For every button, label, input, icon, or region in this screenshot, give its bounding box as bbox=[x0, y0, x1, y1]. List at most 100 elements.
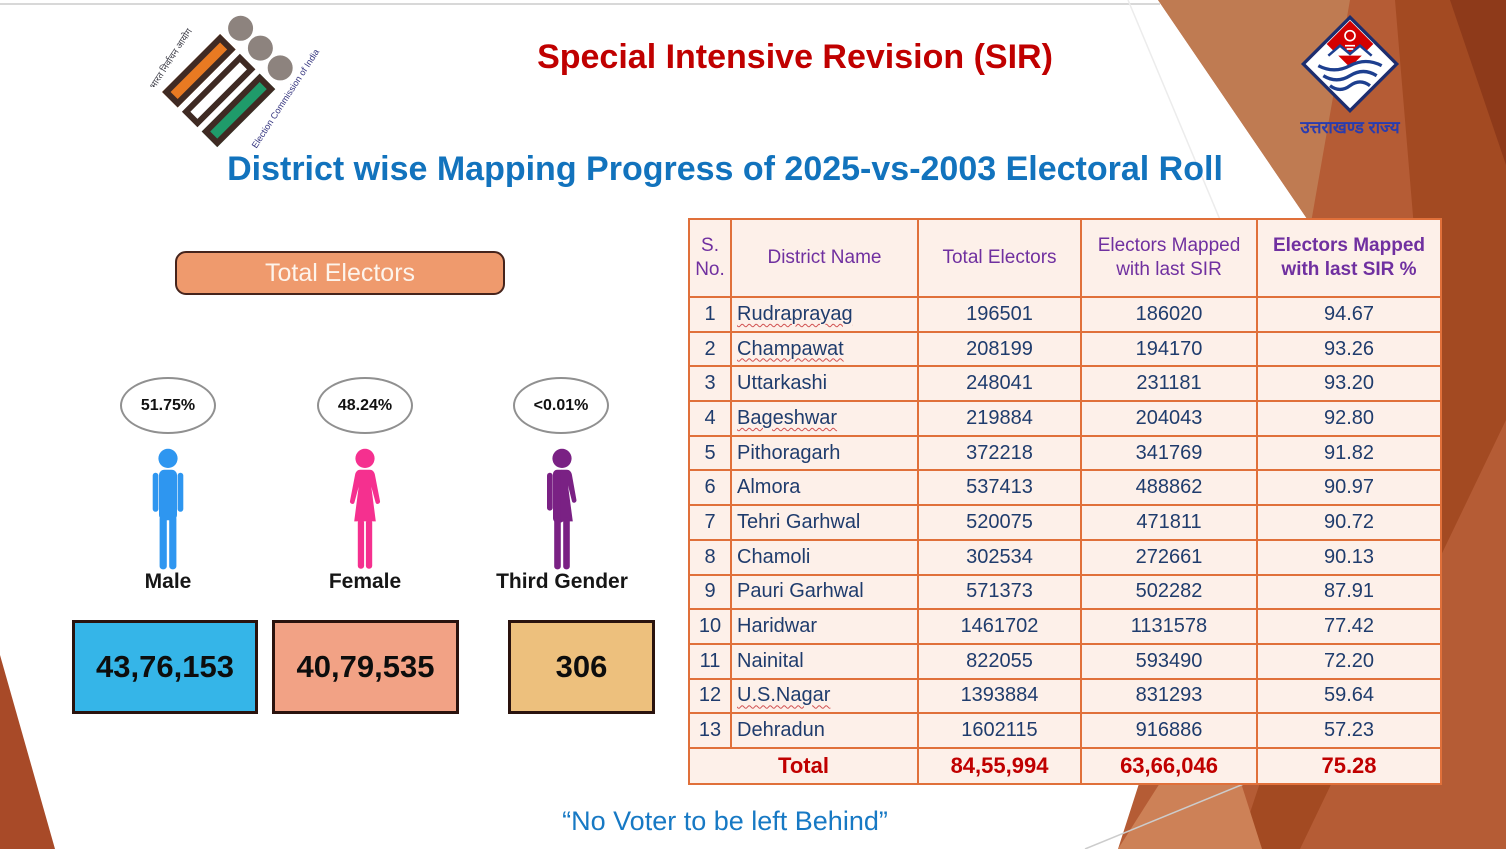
table-row: 4Bageshwar21988420404392.80 bbox=[689, 401, 1441, 436]
cell-mapped: 593490 bbox=[1081, 644, 1257, 679]
cell-mapped: 831293 bbox=[1081, 679, 1257, 714]
female-label: Female bbox=[280, 570, 450, 594]
cell-total: 537413 bbox=[918, 470, 1081, 505]
table-row: 7Tehri Garhwal52007547181190.72 bbox=[689, 505, 1441, 540]
cell-sno: 7 bbox=[689, 505, 731, 540]
cell-total: 520075 bbox=[918, 505, 1081, 540]
cell-sno: 11 bbox=[689, 644, 731, 679]
cell-mapped: 204043 bbox=[1081, 401, 1257, 436]
table-row: 10Haridwar1461702113157877.42 bbox=[689, 609, 1441, 644]
female-percent-oval: 48.24% bbox=[317, 377, 413, 434]
cell-percent: 90.72 bbox=[1257, 505, 1441, 540]
cell-total: 1602115 bbox=[918, 713, 1081, 748]
cell-sno: 3 bbox=[689, 366, 731, 401]
male-icon bbox=[128, 447, 208, 573]
cell-mapped: 916886 bbox=[1081, 713, 1257, 748]
cell-total: 822055 bbox=[918, 644, 1081, 679]
cell-sno: 5 bbox=[689, 436, 731, 471]
table-body: 1Rudraprayag19650118602094.672Champawat2… bbox=[689, 297, 1441, 748]
table-row: 9Pauri Garhwal57137350228287.91 bbox=[689, 575, 1441, 610]
header-total-electors: Total Electors bbox=[918, 219, 1081, 297]
table-row: 11Nainital82205559349072.20 bbox=[689, 644, 1441, 679]
top-divider-line bbox=[0, 3, 1160, 5]
total-percent: 75.28 bbox=[1257, 748, 1441, 784]
slide: भारत निर्वाचन आयोग Election Commission o… bbox=[0, 0, 1506, 849]
table-row: 13Dehradun160211591688657.23 bbox=[689, 713, 1441, 748]
header-mapped-percent: Electors Mapped with last SIR % bbox=[1257, 219, 1441, 297]
total-label: Total bbox=[689, 748, 918, 784]
male-count: 43,76,153 bbox=[96, 649, 234, 685]
table-row: 3Uttarkashi24804123118193.20 bbox=[689, 366, 1441, 401]
header-mapped: Electors Mapped with last SIR bbox=[1081, 219, 1257, 297]
male-label: Male bbox=[83, 570, 253, 594]
cell-sno: 6 bbox=[689, 470, 731, 505]
cell-district: Pithoragarh bbox=[731, 436, 918, 471]
female-percent: 48.24% bbox=[338, 397, 392, 415]
cell-mapped: 231181 bbox=[1081, 366, 1257, 401]
cell-sno: 1 bbox=[689, 297, 731, 332]
cell-sno: 2 bbox=[689, 332, 731, 367]
female-count-box: 40,79,535 bbox=[272, 620, 459, 714]
cell-sno: 8 bbox=[689, 540, 731, 575]
cell-percent: 93.20 bbox=[1257, 366, 1441, 401]
slide-subtitle: District wise Mapping Progress of 2025-v… bbox=[0, 150, 1450, 189]
cell-mapped: 488862 bbox=[1081, 470, 1257, 505]
cell-total: 196501 bbox=[918, 297, 1081, 332]
cell-percent: 90.97 bbox=[1257, 470, 1441, 505]
table-row: 5Pithoragarh37221834176991.82 bbox=[689, 436, 1441, 471]
cell-total: 1393884 bbox=[918, 679, 1081, 714]
cell-percent: 93.26 bbox=[1257, 332, 1441, 367]
cell-percent: 57.23 bbox=[1257, 713, 1441, 748]
cell-total: 372218 bbox=[918, 436, 1081, 471]
cell-district: Bageshwar bbox=[731, 401, 918, 436]
female-count: 40,79,535 bbox=[297, 649, 435, 685]
female-icon bbox=[325, 447, 405, 573]
table-total-row: Total 84,55,994 63,66,046 75.28 bbox=[689, 748, 1441, 784]
cell-sno: 10 bbox=[689, 609, 731, 644]
cell-percent: 59.64 bbox=[1257, 679, 1441, 714]
cell-sno: 9 bbox=[689, 575, 731, 610]
page-title: Special Intensive Revision (SIR) bbox=[400, 38, 1190, 77]
cell-percent: 77.42 bbox=[1257, 609, 1441, 644]
header-sno: S. No. bbox=[689, 219, 731, 297]
cell-percent: 94.67 bbox=[1257, 297, 1441, 332]
table-row: 1Rudraprayag19650118602094.67 bbox=[689, 297, 1441, 332]
cell-sno: 4 bbox=[689, 401, 731, 436]
third-gender-icon bbox=[522, 447, 602, 573]
cell-district: Almora bbox=[731, 470, 918, 505]
cell-sno: 12 bbox=[689, 679, 731, 714]
table-row: 12U.S.Nagar139388483129359.64 bbox=[689, 679, 1441, 714]
cell-percent: 90.13 bbox=[1257, 540, 1441, 575]
cell-total: 1461702 bbox=[918, 609, 1081, 644]
cell-total: 302534 bbox=[918, 540, 1081, 575]
district-mapping-table: S. No. District Name Total Electors Elec… bbox=[688, 218, 1442, 785]
third-gender-count-box: 306 bbox=[508, 620, 655, 714]
cell-sno: 13 bbox=[689, 713, 731, 748]
table-row: 8Chamoli30253427266190.13 bbox=[689, 540, 1441, 575]
male-percent-oval: 51.75% bbox=[120, 377, 216, 434]
cell-mapped: 341769 bbox=[1081, 436, 1257, 471]
cell-percent: 92.80 bbox=[1257, 401, 1441, 436]
cell-district: Tehri Garhwal bbox=[731, 505, 918, 540]
cell-total: 208199 bbox=[918, 332, 1081, 367]
cell-mapped: 471811 bbox=[1081, 505, 1257, 540]
cell-percent: 91.82 bbox=[1257, 436, 1441, 471]
third-gender-percent: <0.01% bbox=[534, 397, 589, 415]
cell-district: Rudraprayag bbox=[731, 297, 918, 332]
cell-total: 571373 bbox=[918, 575, 1081, 610]
uttarakhand-emblem-icon bbox=[1290, 14, 1410, 114]
table-row: 6Almora53741348886290.97 bbox=[689, 470, 1441, 505]
header-district: District Name bbox=[731, 219, 918, 297]
footer-quote: “No Voter to be left Behind” bbox=[0, 806, 1450, 837]
third-gender-label: Third Gender bbox=[477, 570, 647, 594]
table-header-row: S. No. District Name Total Electors Elec… bbox=[689, 219, 1441, 297]
total-mapped-sum: 63,66,046 bbox=[1081, 748, 1257, 784]
cell-district: Pauri Garhwal bbox=[731, 575, 918, 610]
cell-district: Dehradun bbox=[731, 713, 918, 748]
cell-mapped: 194170 bbox=[1081, 332, 1257, 367]
third-gender-percent-oval: <0.01% bbox=[513, 377, 609, 434]
cell-total: 248041 bbox=[918, 366, 1081, 401]
cell-district: Uttarkashi bbox=[731, 366, 918, 401]
eci-logo: भारत निर्वाचन आयोग Election Commission o… bbox=[150, 22, 320, 147]
table-row: 2Champawat20819919417093.26 bbox=[689, 332, 1441, 367]
